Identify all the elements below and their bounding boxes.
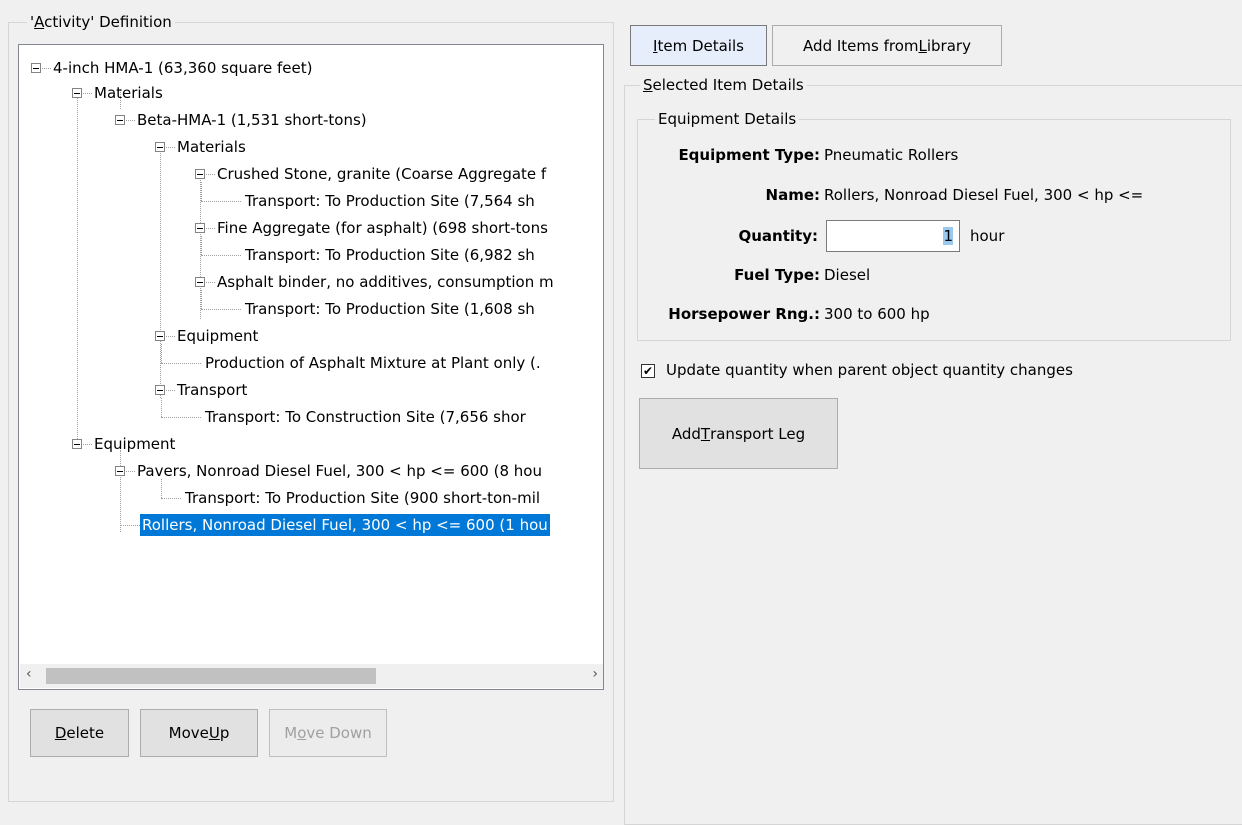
tree-connector (77, 89, 78, 441)
tree-connector (120, 450, 121, 532)
collapse-icon[interactable] (115, 466, 125, 476)
tab-add-items-library[interactable]: Add Items from Library (772, 25, 1002, 66)
tree-node-label: Materials (94, 84, 163, 102)
tree-node-label: Transport: To Construction Site (7,656 s… (205, 408, 526, 426)
tree-node-label: Production of Asphalt Mixture at Plant o… (205, 354, 541, 372)
fuel-type-value: Diesel (824, 266, 871, 284)
scrollbar-thumb[interactable] (46, 668, 376, 684)
equipment-type-value: Pneumatic Rollers (824, 146, 959, 164)
quantity-input[interactable]: 1 (826, 220, 960, 252)
tree-node-label: Transport: To Production Site (1,608 sh (245, 300, 535, 318)
scroll-right-icon[interactable]: › (592, 666, 598, 682)
tree-node-label: Equipment (177, 327, 259, 345)
collapse-icon[interactable] (195, 169, 205, 179)
fuel-type-label: Fuel Type: (734, 266, 820, 284)
update-quantity-checkbox[interactable]: ✔ (641, 364, 655, 378)
tree-node-label: Equipment (94, 435, 176, 453)
tree-node-label: Asphalt binder, no additives, consumptio… (217, 273, 554, 291)
tree-node-label: Crushed Stone, granite (Coarse Aggregate… (217, 165, 547, 183)
tree-node-label: Transport: To Production Site (6,982 sh (245, 246, 535, 264)
collapse-icon[interactable] (195, 223, 205, 233)
collapse-icon[interactable] (72, 439, 82, 449)
tree-node-label: Materials (177, 138, 246, 156)
equipment-type-label: Equipment Type: (678, 146, 820, 164)
collapse-icon[interactable] (155, 331, 165, 341)
name-label: Name: (765, 186, 820, 204)
move-down-button[interactable]: Mo ve Down (269, 709, 387, 757)
collapse-icon[interactable] (195, 277, 205, 287)
horsepower-value: 300 to 600 hp (824, 305, 930, 323)
horsepower-label: Horsepower Rng.: (668, 305, 820, 323)
name-value: Rollers, Nonroad Diesel Fuel, 300 < hp <… (824, 186, 1144, 204)
tree-node-label: 4-inch HMA-1 (63,360 square feet) (53, 59, 313, 77)
activity-definition-title: 'Activity' Definition (27, 13, 175, 31)
add-transport-leg-button[interactable]: Add Transport Leg (639, 398, 838, 469)
tree-node-label: Transport (177, 381, 248, 399)
collapse-icon[interactable] (155, 142, 165, 152)
scroll-left-icon[interactable]: ‹ (26, 666, 32, 682)
selected-item-details-title: Selected Item Details (640, 76, 807, 94)
move-up-button[interactable]: Move Up (140, 709, 258, 757)
tree-horizontal-scrollbar[interactable]: ‹ › (20, 664, 603, 688)
tree-node-label: Transport: To Production Site (7,564 sh (245, 192, 535, 210)
update-quantity-label[interactable]: Update quantity when parent object quant… (666, 361, 1073, 379)
quantity-unit: hour (970, 227, 1005, 245)
collapse-icon[interactable] (31, 63, 41, 73)
tree-node-label: Pavers, Nonroad Diesel Fuel, 300 < hp <=… (137, 462, 542, 480)
tree-node-label: Beta-HMA-1 (1,531 short-tons) (137, 111, 367, 129)
activity-tree[interactable]: 4-inch HMA-1 (63,360 square feet) Materi… (18, 44, 604, 690)
tree-node-label: Rollers, Nonroad Diesel Fuel, 300 < hp <… (140, 514, 550, 536)
equipment-details-title: Equipment Details (655, 110, 800, 128)
tab-item-details[interactable]: Item Details (630, 25, 767, 66)
tree-node-label: Fine Aggregate (for asphalt) (698 short-… (217, 219, 548, 237)
collapse-icon[interactable] (155, 385, 165, 395)
delete-button[interactable]: Delete (30, 709, 129, 757)
collapse-icon[interactable] (72, 88, 82, 98)
collapse-icon[interactable] (115, 115, 125, 125)
quantity-label: Quantity: (738, 227, 819, 245)
tree-node-label: Transport: To Production Site (900 short… (185, 489, 541, 507)
